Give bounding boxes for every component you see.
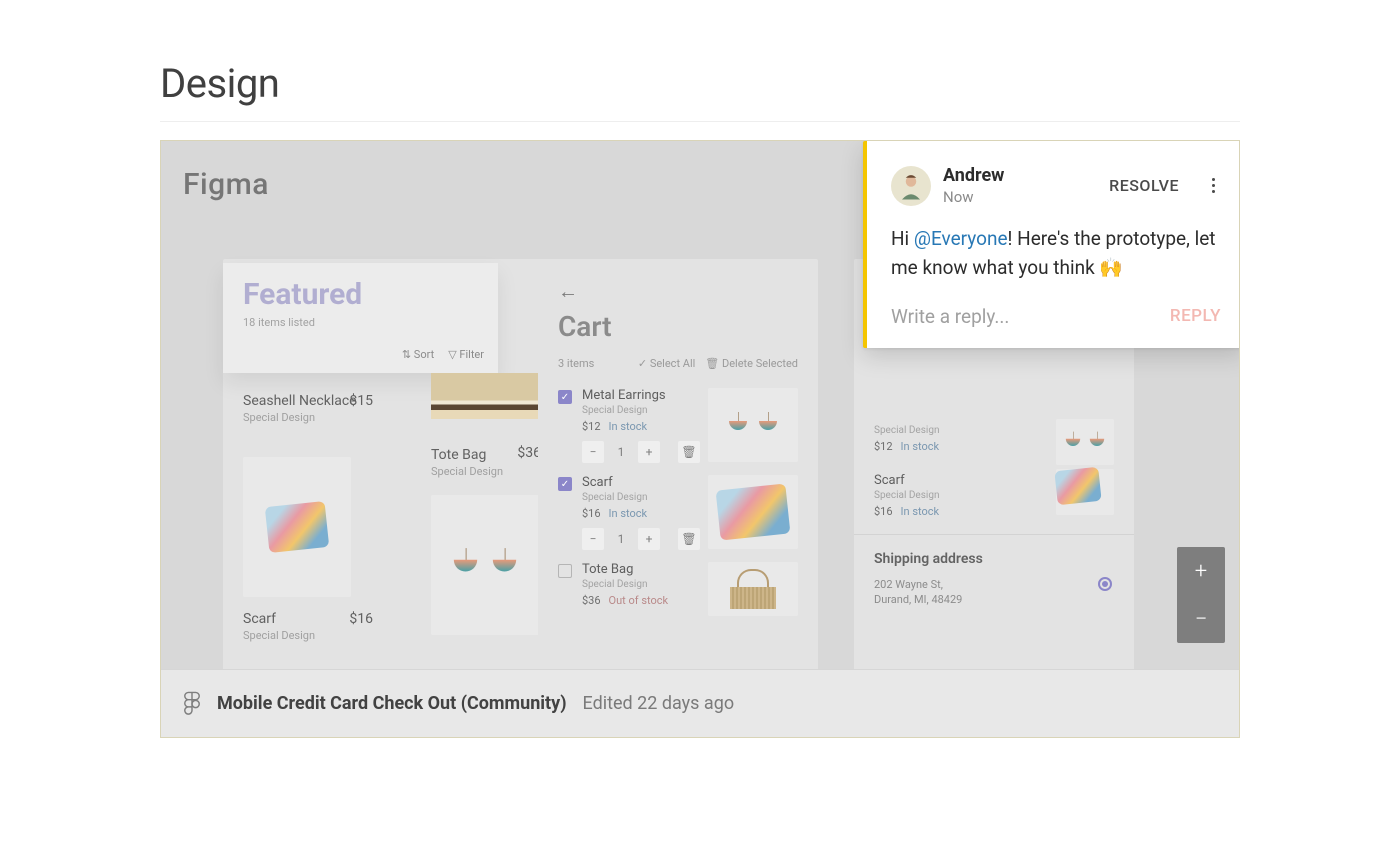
embed-footer: Mobile Credit Card Check Out (Community)… [161, 669, 1239, 737]
zoom-controls: + − [1177, 547, 1225, 643]
comment-popover: Andrew Now RESOLVE Hi @Everyone! Here's … [863, 141, 1240, 348]
summary-sub: Special Design [874, 490, 939, 501]
cart-item-thumb [708, 388, 798, 462]
summary-thumb [1056, 469, 1114, 515]
summary-sub: Special Design [874, 425, 939, 436]
more-menu-icon[interactable] [1205, 178, 1221, 193]
summary-name: Scarf [874, 473, 939, 488]
cart-item-price: $36 [582, 594, 601, 607]
summary-stock: In stock [901, 505, 940, 518]
cart-item-stock: In stock [609, 507, 648, 520]
qty-plus-button[interactable]: + [638, 441, 660, 463]
page-title: Design [160, 60, 1240, 122]
cart-title: Cart [558, 310, 798, 343]
filter-button[interactable]: ▽ Filter [448, 348, 484, 361]
edited-meta: Edited 22 days ago [583, 693, 735, 714]
product-thumb [431, 373, 539, 419]
summary-item: Special Design $12 In stock [854, 419, 1134, 469]
zoom-out-button[interactable]: − [1177, 595, 1225, 643]
qty-value: 1 [610, 441, 632, 463]
product-price: $15 [349, 393, 373, 409]
radio-selected-icon[interactable] [1098, 577, 1112, 591]
product-thumb [431, 495, 539, 635]
cart-item-price: $16 [582, 507, 601, 520]
cart-item: ✓ Metal Earrings Special Design $12 In s… [538, 382, 818, 469]
figma-embed: Figma Featured 18 items listed ⇅ Sort ▽ … [160, 140, 1240, 738]
zoom-in-button[interactable]: + [1177, 547, 1225, 595]
qty-minus-button[interactable]: − [582, 528, 604, 550]
qty-plus-button[interactable]: + [638, 528, 660, 550]
shipping-section: Shipping address 202 Wayne St, Durand, M… [854, 534, 1134, 608]
shipping-heading: Shipping address [874, 551, 1114, 567]
file-name[interactable]: Mobile Credit Card Check Out (Community) [217, 693, 567, 714]
product-price: $16 [349, 611, 373, 627]
product-thumb [243, 457, 351, 597]
mention[interactable]: @Everyone [914, 227, 1008, 250]
summary-price: $16 [874, 505, 893, 518]
comment-body: Hi @Everyone! Here's the prototype, let … [891, 224, 1221, 283]
resolve-button[interactable]: RESOLVE [1109, 176, 1179, 195]
featured-subtitle: 18 items listed [243, 316, 478, 329]
cart-item-thumb [708, 562, 798, 616]
featured-header: Featured 18 items listed ⇅ Sort ▽ Filter [223, 263, 498, 373]
cart-item: ✓ Scarf Special Design $16 In stock − 1 … [538, 469, 818, 556]
cart-card: ← Cart 3 items ✓ Select All 🗑 Delete Sel… [538, 259, 818, 672]
reply-input[interactable]: Write a reply... [891, 305, 1009, 328]
product-tile[interactable]: Seashell Necklace Special Design $15 [243, 393, 373, 424]
cart-item-price: $12 [582, 420, 601, 433]
avatar [891, 166, 931, 206]
shipping-address: 202 Wayne St, Durand, MI, 48429 [874, 577, 1114, 608]
product-sub: Special Design [243, 629, 373, 642]
cart-count: 3 items [558, 357, 594, 370]
summary-stock: In stock [901, 440, 940, 453]
back-arrow-icon[interactable]: ← [558, 279, 798, 304]
checkbox-icon[interactable]: ✓ [558, 564, 572, 578]
trash-icon[interactable]: 🗑 [678, 441, 700, 463]
cart-item: ✓ Tote Bag Special Design $36 Out of sto… [538, 556, 818, 613]
comment-timestamp: Now [943, 188, 1097, 206]
featured-card: Featured 18 items listed ⇅ Sort ▽ Filter… [223, 259, 560, 672]
cart-item-thumb [708, 475, 798, 549]
qty-minus-button[interactable]: − [582, 441, 604, 463]
comment-author: Andrew [943, 165, 1097, 186]
product-sub: Special Design [243, 411, 373, 424]
summary-price: $12 [874, 440, 893, 453]
cart-item-stock: In stock [609, 420, 648, 433]
summary-thumb [1056, 419, 1114, 465]
qty-value: 1 [610, 528, 632, 550]
featured-heading: Featured [243, 277, 478, 312]
select-all-button[interactable]: ✓ Select All [638, 357, 695, 370]
reply-button[interactable]: REPLY [1170, 306, 1221, 326]
delete-selected-button[interactable]: 🗑 Delete Selected [705, 357, 798, 370]
embed-app-label: Figma [183, 167, 269, 202]
product-tile[interactable]: Scarf Special Design $16 [243, 611, 373, 642]
sort-button[interactable]: ⇅ Sort [402, 348, 434, 361]
checkbox-icon[interactable]: ✓ [558, 477, 572, 491]
trash-icon[interactable]: 🗑 [678, 528, 700, 550]
summary-item: Scarf Special Design $16 In stock [854, 469, 1134, 534]
cart-item-stock: Out of stock [609, 594, 669, 607]
checkbox-icon[interactable]: ✓ [558, 390, 572, 404]
figma-logo-icon [183, 691, 201, 717]
